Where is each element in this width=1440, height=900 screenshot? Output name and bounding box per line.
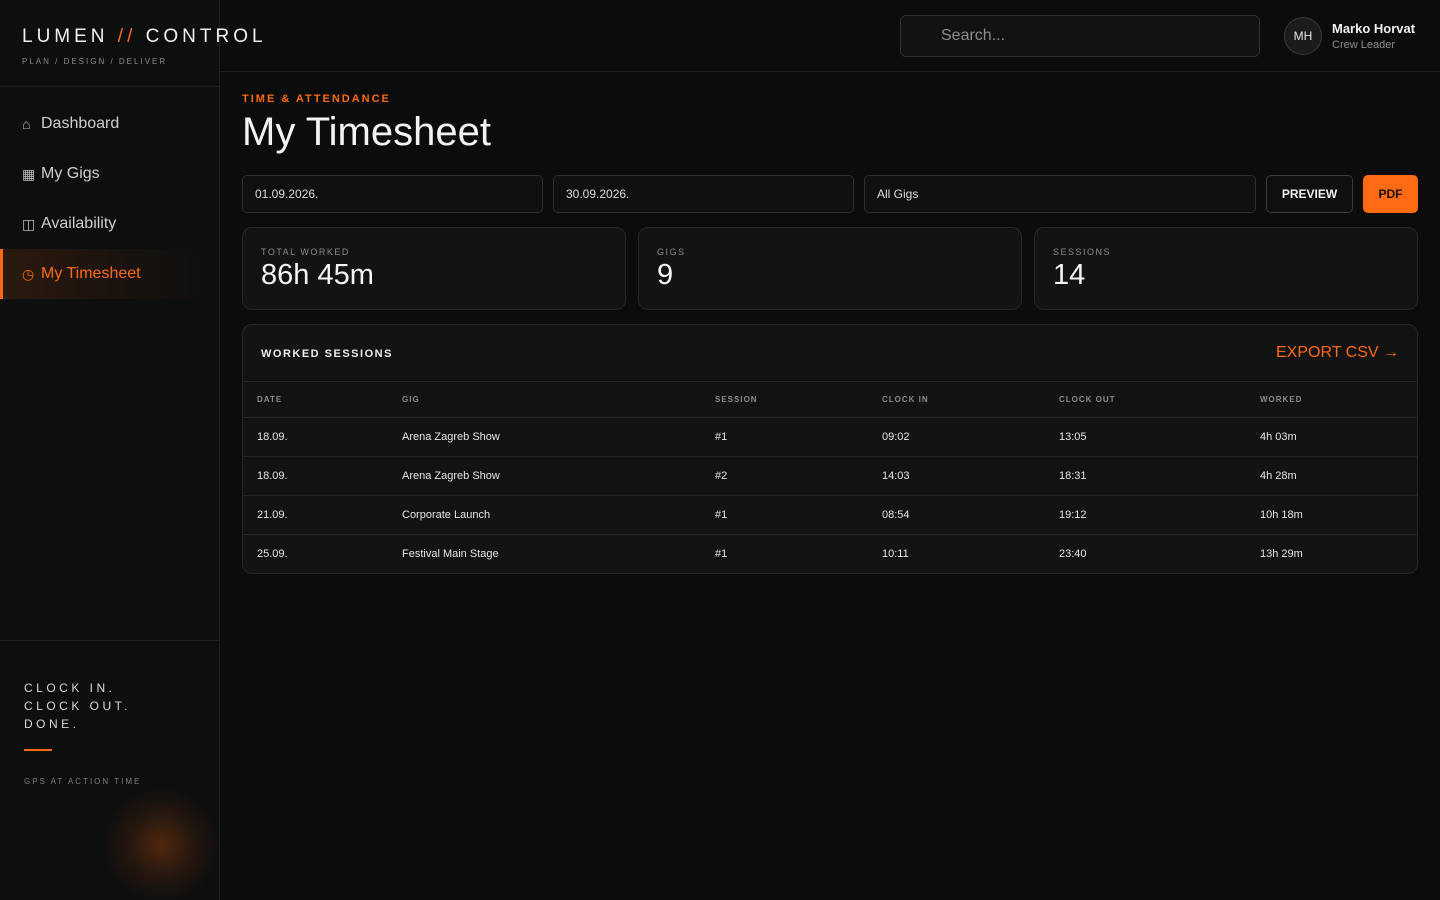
sidebar-item-my-timesheet[interactable]: ◷ My Timesheet [0,249,219,299]
export-csv-link[interactable]: EXPORT CSV → [1276,344,1399,362]
sidebar-item-dashboard[interactable]: ⌂ Dashboard [0,99,219,149]
tagline-line: CLOCK IN. [24,681,116,695]
decorative-glow [90,790,220,900]
date-from-field[interactable]: 01.09.2026. [242,175,543,213]
cell-clock-out: 18:31 [1045,456,1246,496]
user-info: Marko Horvat Crew Leader [1332,21,1415,51]
stat-label: TOTAL WORKED [261,247,350,257]
column-header-clock-in[interactable]: CLOCK IN [868,382,1045,418]
worked-sessions-card: WORKED SESSIONS EXPORT CSV → DATE GIG SE… [242,324,1418,574]
tagline-line: CLOCK OUT. [24,699,132,713]
column-header-session[interactable]: SESSION [701,382,868,418]
calendar-icon: ◫ [22,215,36,232]
sidebar-item-availability[interactable]: ◫ Availability [0,199,219,249]
sidebar-item-label: My Timesheet [41,265,141,282]
table-row[interactable]: 21.09. Corporate Launch #1 08:54 19:12 1… [243,495,1417,535]
cell-clock-out: 19:12 [1045,495,1246,535]
cell-clock-in: 14:03 [868,456,1045,496]
cell-worked: 10h 18m [1246,495,1417,535]
sidebar-item-label: Availability [41,215,117,232]
stat-label: SESSIONS [1053,247,1112,257]
clock-icon: ◷ [22,265,35,282]
cell-gig: Arena Zagreb Show [388,417,701,457]
sidebar-divider [0,86,219,87]
cell-worked: 4h 03m [1246,417,1417,457]
cell-date: 25.09. [243,534,388,573]
table-row[interactable]: 18.09. Arena Zagreb Show #1 09:02 13:05 … [243,417,1417,457]
user-menu[interactable]: MH Marko Horvat Crew Leader [1284,17,1415,55]
cell-gig: Corporate Launch [388,495,701,535]
card-title: WORKED SESSIONS [261,348,393,360]
table-row[interactable]: 18.09. Arena Zagreb Show #2 14:03 18:31 … [243,456,1417,496]
cell-date: 18.09. [243,417,388,457]
stat-label: GIGS [657,247,686,257]
sessions-table: DATE GIG SESSION CLOCK IN CLOCK OUT WORK… [243,382,1417,573]
tagline-line: DONE. [24,717,80,731]
sidebar: LUMEN // CONTROL PLAN / DESIGN / DELIVER… [0,0,263,900]
cell-date: 18.09. [243,456,388,496]
column-header-date[interactable]: DATE [243,382,388,418]
cell-worked: 4h 28m [1246,456,1417,496]
cell-gig: Arena Zagreb Show [388,456,701,496]
column-header-gig[interactable]: GIG [388,382,701,418]
user-name: Marko Horvat [1332,21,1416,36]
avatar[interactable]: MH [1284,17,1322,55]
date-to-field[interactable]: 30.09.2026. [553,175,854,213]
cell-session: #1 [701,417,868,457]
stat-card-sessions: SESSIONS 14 [1034,227,1418,310]
page-eyebrow: TIME & ATTENDANCE [242,93,391,105]
user-role: Crew Leader [1332,39,1395,51]
cell-clock-in: 09:02 [868,417,1045,457]
preview-button[interactable]: PREVIEW [1266,175,1353,213]
brand-separator: // [117,26,137,47]
table-row[interactable]: 25.09. Festival Main Stage #1 10:11 23:4… [243,534,1417,573]
cell-date: 21.09. [243,495,388,535]
pdf-button[interactable]: PDF [1363,175,1418,213]
cell-session: #1 [701,534,868,573]
sidebar-item-label: My Gigs [41,165,100,182]
stat-value: 14 [1053,259,1086,291]
sidebar-nav: ⌂ Dashboard ▦ My Gigs ◫ Availability ◷ M… [0,99,219,299]
column-header-clock-out[interactable]: CLOCK OUT [1045,382,1246,418]
home-icon: ⌂ [22,116,31,132]
sidebar-item-label: Dashboard [41,115,120,132]
tagline-note: GPS AT ACTION TIME [24,777,142,786]
column-header-worked[interactable]: WORKED [1246,382,1417,418]
top-header: MH Marko Horvat Crew Leader [220,0,1440,72]
sidebar-item-my-gigs[interactable]: ▦ My Gigs [0,149,219,199]
cell-worked: 13h 29m [1246,534,1417,573]
cell-clock-in: 10:11 [868,534,1045,573]
search-box[interactable] [900,15,1260,57]
card-header: WORKED SESSIONS EXPORT CSV → [243,325,1417,382]
gig-filter-select[interactable]: All Gigs [864,175,1256,213]
grid-icon: ▦ [22,165,36,182]
page-title: My Timesheet [242,110,491,154]
stat-card-total-worked: TOTAL WORKED 86h 45m [242,227,626,310]
cell-session: #1 [701,495,868,535]
cell-clock-out: 23:40 [1045,534,1246,573]
search-input[interactable] [941,27,1241,45]
stat-value: 9 [657,259,674,291]
cell-session: #2 [701,456,868,496]
cell-gig: Festival Main Stage [388,534,701,573]
cell-clock-in: 08:54 [868,495,1045,535]
sidebar-tagline: CLOCK IN. CLOCK OUT. DONE. GPS AT ACTION… [24,679,141,786]
sidebar-divider [0,640,219,641]
stat-value: 86h 45m [261,259,374,291]
cell-clock-out: 13:05 [1045,417,1246,457]
table-header-row: DATE GIG SESSION CLOCK IN CLOCK OUT WORK… [243,382,1417,418]
stat-card-gigs: GIGS 9 [638,227,1022,310]
tagline-accent-bar [24,749,52,751]
